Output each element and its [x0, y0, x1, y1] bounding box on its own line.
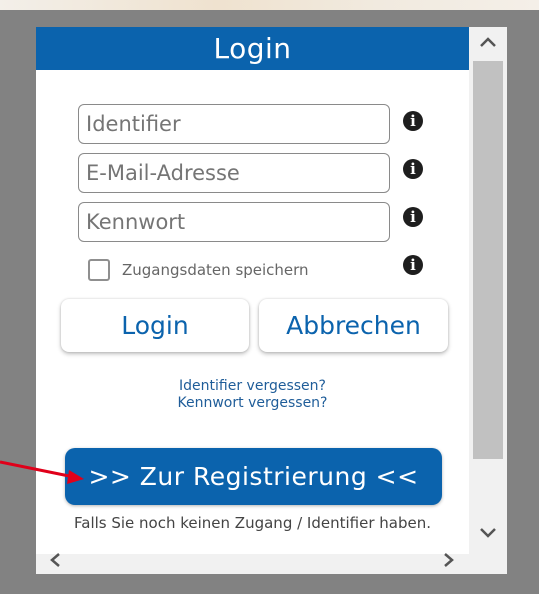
forgot-password-link[interactable]: Kennwort vergessen? [36, 395, 469, 411]
register-hint: Falls Sie noch keinen Zugang / Identifie… [74, 514, 431, 532]
horizontal-scrollbar[interactable] [36, 552, 507, 574]
password-info-icon[interactable]: i [403, 207, 423, 227]
remember-info-icon[interactable]: i [403, 255, 423, 275]
password-input[interactable] [78, 202, 390, 242]
register-button[interactable]: >> Zur Registrierung << [65, 448, 442, 505]
scrollbar-thumb[interactable] [473, 61, 503, 459]
email-input[interactable] [78, 153, 390, 193]
chevron-right-icon[interactable] [442, 552, 456, 573]
identifier-input[interactable] [78, 104, 390, 144]
identifier-info-icon[interactable]: i [403, 111, 423, 131]
left-gutter [0, 10, 34, 594]
chevron-left-icon[interactable] [48, 552, 62, 573]
login-button[interactable]: Login [61, 299, 249, 352]
forgot-identifier-link[interactable]: Identifier vergessen? [36, 378, 469, 394]
email-info-icon[interactable]: i [403, 159, 423, 179]
panel-title: Login [36, 27, 469, 70]
chevron-down-icon[interactable] [469, 524, 507, 545]
vertical-scrollbar[interactable] [469, 27, 507, 554]
background-strip [0, 0, 539, 10]
remember-checkbox[interactable] [88, 259, 110, 281]
chevron-up-icon[interactable] [469, 33, 507, 54]
remember-label[interactable]: Zugangsdaten speichern [122, 261, 309, 279]
cancel-button[interactable]: Abbrechen [259, 299, 448, 352]
login-panel: Login i i i Zugangsdaten speichern i Log… [36, 27, 469, 554]
